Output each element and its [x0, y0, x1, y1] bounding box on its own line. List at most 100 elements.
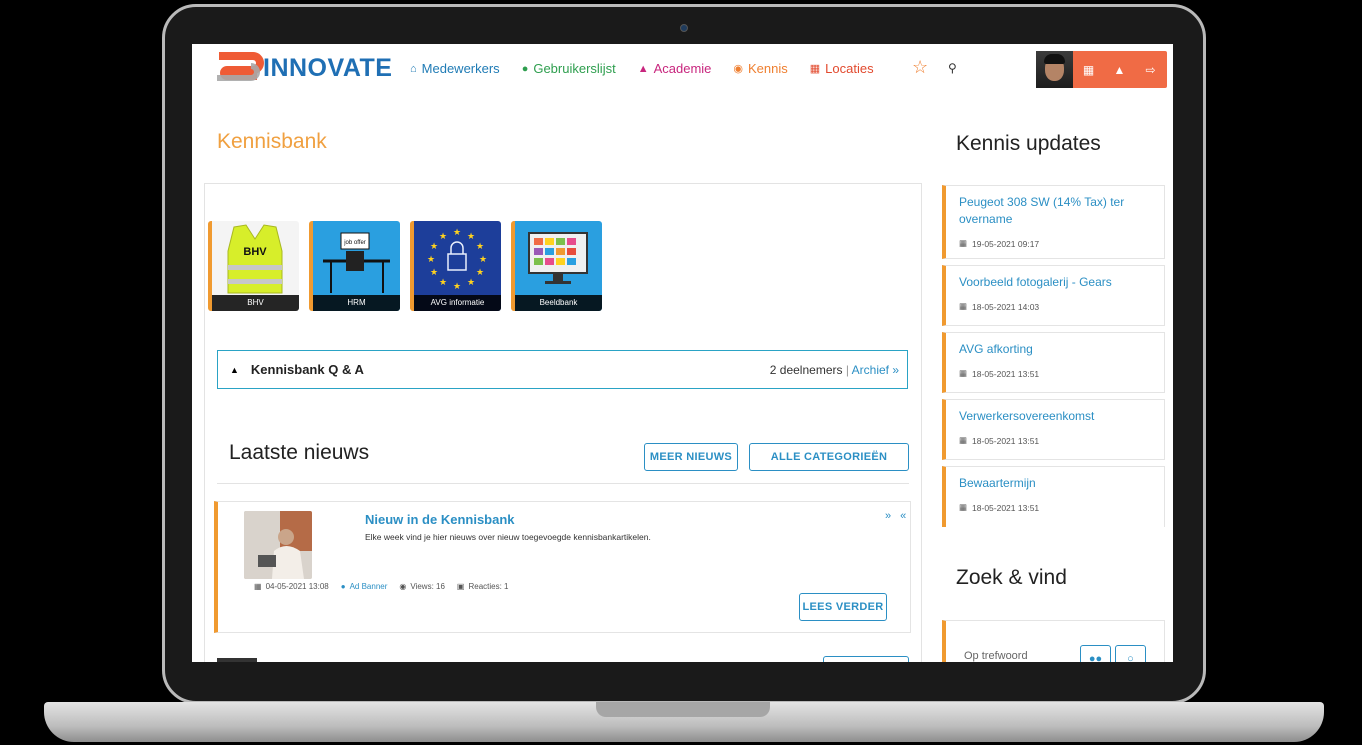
- update-date: ▦ 18-05-2021 13:51: [959, 368, 1039, 379]
- update-item[interactable]: Voorbeeld fotogalerij - Gears ▦ 18-05-202…: [942, 265, 1165, 326]
- svg-text:★: ★: [467, 278, 475, 288]
- next-section-button[interactable]: [823, 656, 909, 662]
- logo[interactable]: INNOVATE: [213, 48, 392, 88]
- news-meta: ▦ 04-05-2021 13:08 ● Ad Banner ◉ Views: 16 …: [254, 582, 509, 591]
- search-section-title: Zoek & vind: [956, 566, 1067, 589]
- date-text: 18-05-2021 13:51: [972, 368, 1040, 379]
- author-text: Ad Banner: [349, 582, 388, 591]
- home-icon: ⌂: [410, 62, 417, 75]
- logo-mark-icon: [213, 48, 265, 88]
- nav-label: Locaties: [825, 61, 874, 76]
- date-text: 19-05-2021 09:17: [972, 238, 1040, 249]
- calendar-icon: ▦: [959, 301, 968, 311]
- search-icon[interactable]: ⚲: [948, 61, 957, 75]
- map-icon: ▦: [809, 63, 821, 75]
- laptop-notch: [596, 702, 770, 717]
- svg-text:★: ★: [430, 242, 438, 252]
- svg-text:★: ★: [453, 228, 461, 238]
- avatar[interactable]: [1036, 51, 1073, 88]
- news-section-title: Laatste nieuws: [229, 441, 370, 464]
- update-title[interactable]: Bewaartermijn: [959, 475, 1036, 492]
- date-text: 18-05-2021 13:51: [972, 435, 1040, 446]
- person-icon: ●: [521, 62, 529, 75]
- qa-meta: 2 deelnemers | Archief »: [770, 363, 899, 377]
- search-card: Op trefwoord ●● ○: [942, 620, 1165, 662]
- nav-academie[interactable]: ▲ Academie: [638, 61, 712, 76]
- bell-icon[interactable]: ▲: [1104, 63, 1135, 77]
- logout-icon[interactable]: ⇨: [1135, 63, 1166, 77]
- category-tiles: BHV BHV job offer HRM ★ ★ ★ ★ ★ ★ ★ ★ ★ …: [208, 221, 602, 311]
- tile-beeldbank[interactable]: Beeldbank: [511, 221, 602, 311]
- people-icon[interactable]: ●●: [1080, 645, 1111, 662]
- svg-text:★: ★: [439, 232, 447, 242]
- nav-label: Gebruikerslijst: [533, 61, 616, 76]
- comment-icon: ▣: [456, 582, 465, 591]
- calendar-icon: ▦: [254, 582, 262, 591]
- nav-gebruikerslijst[interactable]: ● Gebruikerslijst: [522, 61, 616, 76]
- read-more-button[interactable]: LEES VERDER: [799, 593, 887, 621]
- webcam: [680, 24, 688, 32]
- more-news-button[interactable]: MEER NIEUWS: [644, 443, 738, 471]
- divider: [217, 483, 909, 484]
- svg-text:★: ★: [430, 268, 438, 278]
- news-comments: ▣ Reacties: 1: [457, 582, 509, 591]
- archive-link[interactable]: Archief »: [852, 363, 899, 377]
- update-date: ▦ 18-05-2021 13:51: [959, 502, 1039, 513]
- tile-hrm[interactable]: job offer HRM: [309, 221, 400, 311]
- main-nav: ⌂ Medewerkers ● Gebruikerslijst ▲ Academ…: [410, 61, 874, 76]
- monitor-gallery-icon: [528, 232, 588, 284]
- update-title[interactable]: AVG afkorting: [959, 341, 1033, 358]
- svg-text:★: ★: [479, 255, 487, 265]
- all-categories-button[interactable]: ALLE CATEGORIEËN: [749, 443, 909, 471]
- news-item-title[interactable]: Nieuw in de Kennisbank: [365, 512, 515, 527]
- update-title[interactable]: Verwerkersovereenkomst: [959, 408, 1094, 425]
- date-text: 04-05-2021 13:08: [265, 582, 329, 591]
- search-label: Op trefwoord: [964, 650, 1028, 662]
- update-item[interactable]: Bewaartermijn ▦ 18-05-2021 13:51: [942, 466, 1165, 527]
- favorite-star-icon[interactable]: ☆: [912, 57, 928, 78]
- news-thumbnail[interactable]: [244, 511, 312, 579]
- svg-text:★: ★: [467, 232, 475, 242]
- news-author[interactable]: ● Ad Banner: [341, 582, 388, 591]
- nav-locaties[interactable]: ▦ Locaties: [810, 61, 874, 76]
- news-views: ◉ Views: 16: [399, 582, 445, 591]
- eu-lock-icon: ★ ★★ ★★★ ★★★ ★★★: [427, 228, 487, 292]
- person-search-icon[interactable]: ○: [1115, 645, 1146, 662]
- person-icon: ●: [340, 582, 346, 591]
- caret-up-icon[interactable]: ▲: [230, 365, 239, 375]
- job-offer-icon: job offer: [323, 232, 390, 293]
- update-title[interactable]: Voorbeeld fotogalerij - Gears: [959, 274, 1112, 291]
- nav-kennis[interactable]: ◉ Kennis: [733, 61, 787, 76]
- svg-text:★: ★: [439, 278, 447, 288]
- tile-avg[interactable]: ★ ★ ★ ★ ★ ★ ★ ★ ★ ★ ★ ★ AVG informatie: [410, 221, 501, 311]
- nav-label: Medewerkers: [421, 61, 500, 76]
- update-title[interactable]: Peugeot 308 SW (14% Tax) ter overname: [959, 194, 1149, 228]
- qa-title: Kennisbank Q & A: [250, 362, 364, 377]
- tile-bhv[interactable]: BHV BHV: [208, 221, 299, 311]
- update-item[interactable]: Verwerkersovereenkomst ▦ 18-05-2021 13:51: [942, 399, 1165, 460]
- qa-accordion[interactable]: ▲ Kennisbank Q & A 2 deelnemers | Archie…: [217, 350, 908, 389]
- views-text: Views: 16: [410, 582, 445, 591]
- date-text: 18-05-2021 14:03: [972, 301, 1040, 312]
- tile-label: HRM: [313, 295, 400, 311]
- page-title: Kennisbank: [217, 130, 327, 153]
- nav-medewerkers[interactable]: ⌂ Medewerkers: [410, 61, 500, 76]
- svg-text:★: ★: [453, 282, 461, 292]
- apps-grid-icon[interactable]: ▦: [1073, 63, 1104, 77]
- update-item[interactable]: Peugeot 308 SW (14% Tax) ter overname ▦ 1…: [942, 185, 1165, 259]
- date-text: 18-05-2021 13:51: [972, 502, 1040, 513]
- update-item[interactable]: AVG afkorting ▦ 18-05-2021 13:51: [942, 332, 1165, 393]
- graduation-cap-icon: ▲: [637, 62, 649, 75]
- user-toolbar: ▦ ▲ ⇨: [1036, 51, 1167, 88]
- news-arrows[interactable]: » «: [885, 510, 909, 522]
- updates-title: Kennis updates: [956, 132, 1101, 155]
- update-date: ▦ 18-05-2021 14:03: [959, 301, 1039, 312]
- svg-text:job offer: job offer: [343, 240, 366, 246]
- update-date: ▦ 18-05-2021 13:51: [959, 435, 1039, 446]
- laptop-frame: INNOVATE ⌂ Medewerkers ● Gebruikerslijst…: [0, 0, 1362, 745]
- svg-text:★: ★: [427, 255, 435, 265]
- calendar-icon: ▦: [959, 238, 968, 248]
- update-date: ▦ 19-05-2021 09:17: [959, 238, 1039, 249]
- news-card: Nieuw in de Kennisbank Elke week vind je…: [214, 501, 911, 633]
- calendar-icon: ▦: [959, 502, 968, 512]
